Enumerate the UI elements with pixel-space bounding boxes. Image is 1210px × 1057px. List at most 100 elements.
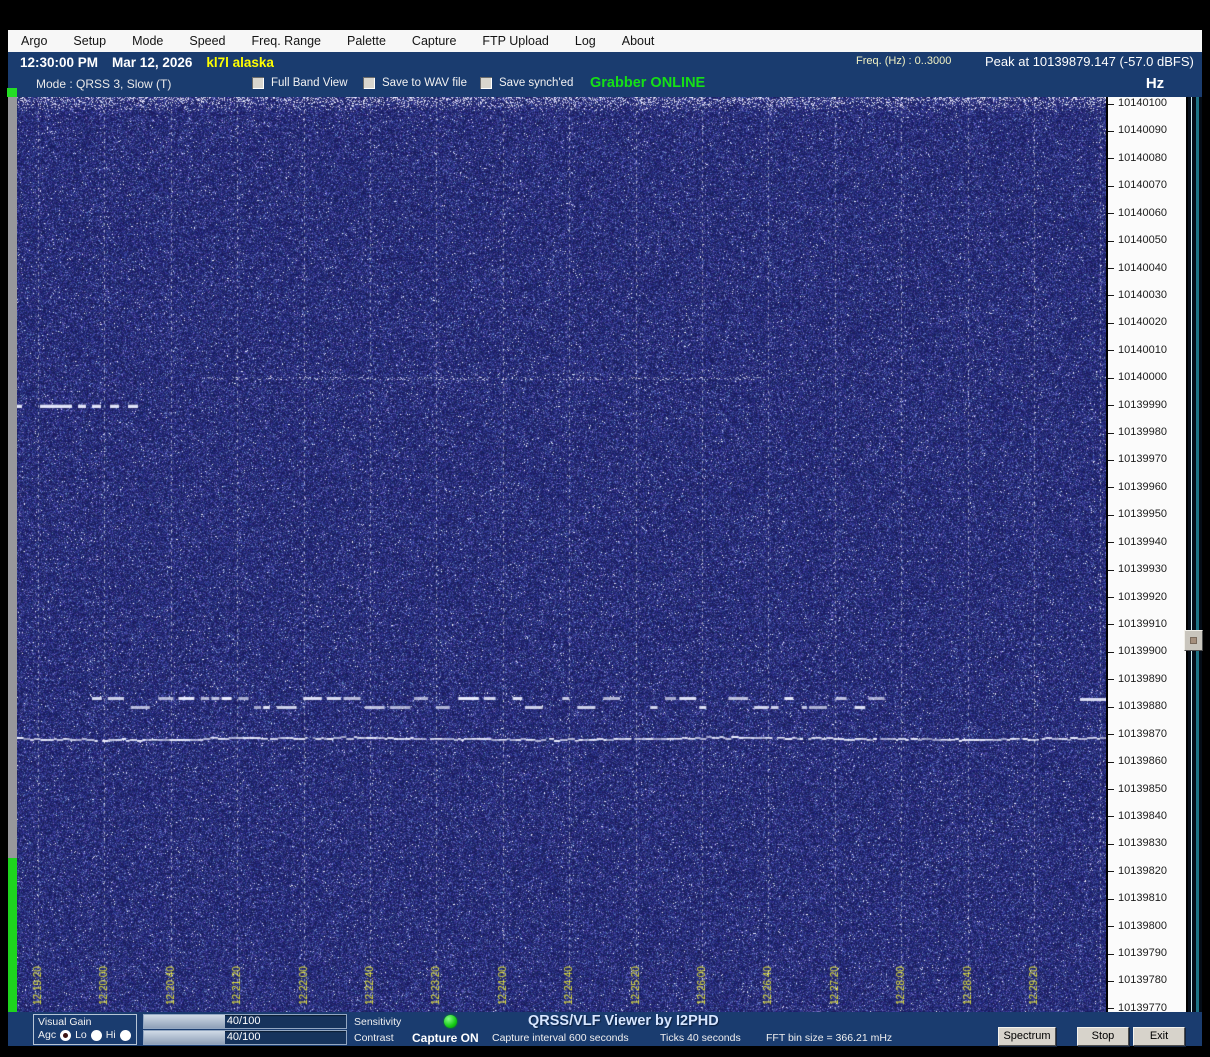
capture-progress-fill [8,858,17,1012]
freq-label-10139830: 10139830 [1118,837,1167,849]
waterfall-display[interactable] [17,97,1106,1012]
status-bar: Visual Gain Agc Lo Hi 40/100 40/100 Sensit… [8,1012,1202,1046]
grabber-status: Grabber ONLINE [590,75,706,91]
current-time: 12:30:00 PM [20,55,99,70]
freq-tick [1108,762,1114,763]
sensitivity-slider[interactable]: 40/100 [143,1014,347,1029]
menu-item-speed[interactable]: Speed [176,30,238,52]
freq-label-10139890: 10139890 [1118,673,1167,685]
freq-label-10139940: 10139940 [1118,536,1167,548]
callsign-label: kl7l alaska [206,55,274,70]
checkbox-save-to-wav-file[interactable] [363,77,375,89]
current-date: Mar 12, 2026 [112,55,193,70]
freq-tick [1108,542,1114,543]
freq-label-10140010: 10140010 [1118,344,1167,356]
menu-item-log[interactable]: Log [562,30,609,52]
freq-tick [1108,899,1114,900]
freq-label-10139980: 10139980 [1118,426,1167,438]
freq-label-10139880: 10139880 [1118,700,1167,712]
freq-tick [1108,460,1114,461]
freq-label-10139780: 10139780 [1118,974,1167,986]
menu-item-about[interactable]: About [609,30,668,52]
radio-lo[interactable] [90,1029,102,1041]
sensitivity-slider-fill [144,1015,225,1028]
radio-agc[interactable] [60,1029,72,1041]
freq-label-10140080: 10140080 [1118,152,1167,164]
freq-label-10140030: 10140030 [1118,289,1167,301]
freq-label-10139840: 10139840 [1118,810,1167,822]
freq-label-10140000: 10140000 [1118,371,1167,383]
freq-offset-scrollbar[interactable] [1188,97,1202,1012]
freq-label-10140040: 10140040 [1118,262,1167,274]
menu-bar: Argo Setup Mode Speed Freq. Range Palette Capt… [8,30,1202,52]
contrast-slider-fill [144,1031,225,1044]
freq-label-10139810: 10139810 [1118,892,1167,904]
freq-tick [1108,186,1114,187]
freq-label-10139990: 10139990 [1118,399,1167,411]
freq-tick [1108,378,1114,379]
radio-label-hi: Hi [105,1029,116,1041]
mode-label: Mode : QRSS 3, Slow (T) [36,77,172,91]
freq-tick [1108,734,1114,735]
radio-hi[interactable] [119,1029,131,1041]
freq-tick [1108,104,1114,105]
menu-item-ftp-upload[interactable]: FTP Upload [469,30,561,52]
freq-tick [1108,295,1114,296]
freq-tick [1108,241,1114,242]
freq-tick [1108,597,1114,598]
freq-tick [1108,844,1114,845]
freq-label-10139920: 10139920 [1118,591,1167,603]
freq-tick [1108,213,1114,214]
freq-label-10140020: 10140020 [1118,316,1167,328]
freq-label-10139900: 10139900 [1118,645,1167,657]
freq-label-10140100: 10140100 [1118,97,1167,109]
checkbox-full-band-view[interactable] [252,77,264,89]
frequency-scale: 10140100 10140090 10140080 10140070 10140060… [1108,97,1186,1014]
argo-window: Argo Setup Mode Speed Freq. Range Palette Capt… [0,0,1210,1057]
freq-tick [1108,981,1114,982]
freq-tick [1108,816,1114,817]
checkbox-group-save-to-wav-file: Save to WAV file [363,77,467,89]
spectrum-button[interactable]: Spectrum [998,1027,1056,1046]
radio-label-lo: Lo [75,1029,87,1041]
scrollbar-track-line2 [1196,97,1199,1012]
capture-progress-marker [7,88,17,97]
scale-unit-label: Hz [1145,75,1165,92]
freq-label-10139790: 10139790 [1118,947,1167,959]
freq-tick [1108,350,1114,351]
freq-label-10140060: 10140060 [1118,207,1167,219]
freq-tick [1108,487,1114,488]
capture-state-label: Capture ON [412,1031,479,1045]
freq-tick [1108,405,1114,406]
visual-gain-title: Visual Gain [38,1016,92,1028]
menu-item-capture[interactable]: Capture [399,30,469,52]
freq-tick [1108,131,1114,132]
menu-item-palette[interactable]: Palette [334,30,399,52]
title-bar: 12:30:00 PM Mar 12, 2026 kl7l alaska Freq.… [8,52,1202,73]
radio-label-agc: Agc [38,1029,57,1041]
fft-bin-label: FFT bin size = 366.21 mHz [766,1032,893,1044]
freq-label-10139860: 10139860 [1118,755,1167,767]
contrast-slider[interactable]: 40/100 [143,1030,347,1045]
freq-tick [1108,515,1114,516]
freq-label-10139970: 10139970 [1118,453,1167,465]
menu-item-freq-range[interactable]: Freq. Range [239,30,334,52]
menu-item-setup[interactable]: Setup [60,30,119,52]
stop-button[interactable]: Stop [1077,1027,1129,1046]
checkbox-label-save-to-wav-file: Save to WAV file [382,77,468,89]
freq-tick [1108,652,1114,653]
scrollbar-track-line [1191,97,1192,1012]
checkbox-save-synch-ed[interactable] [480,77,492,89]
freq-tick [1108,789,1114,790]
freq-tick [1108,570,1114,571]
freq-tick [1108,268,1114,269]
freq-span-label: Freq. (Hz) : 0..3000 [856,55,952,67]
menu-item-mode[interactable]: Mode [119,30,176,52]
freq-label-10139850: 10139850 [1118,783,1167,795]
menu-item-argo[interactable]: Argo [8,30,60,52]
freq-label-10140090: 10140090 [1118,124,1167,136]
exit-button[interactable]: Exit [1133,1027,1185,1046]
app-title: QRSS/VLF Viewer by I2PHD [528,1013,719,1029]
scrollbar-thumb[interactable] [1184,630,1203,651]
freq-tick [1108,1008,1114,1009]
